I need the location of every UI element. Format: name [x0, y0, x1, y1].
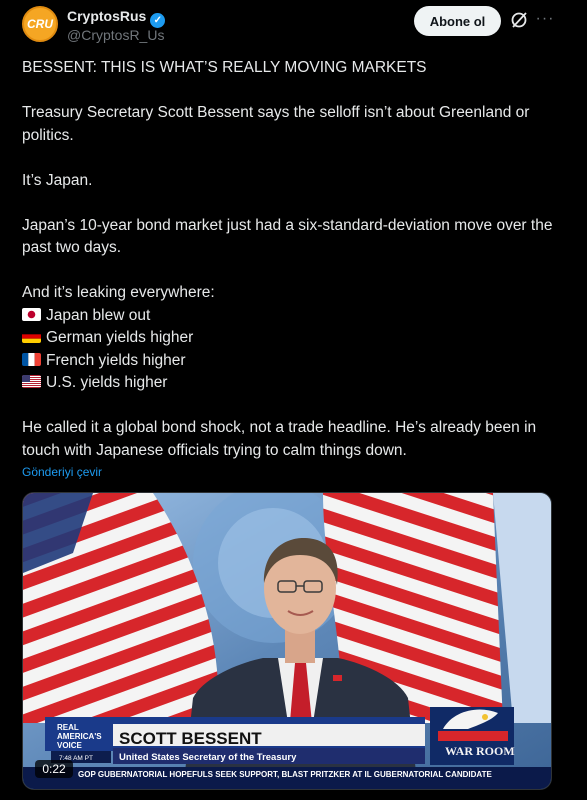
svg-text:VOICE: VOICE [57, 741, 83, 750]
tweet-body: BESSENT: THIS IS WHAT’S REALLY MOVING MA… [22, 57, 562, 462]
bullet-item: U.S. yields higher [22, 372, 562, 395]
follow-button[interactable]: Abone ol [414, 6, 501, 36]
tweet-paragraph: And it’s leaking everywhere: [22, 284, 215, 301]
avatar[interactable]: CRU [22, 6, 58, 42]
bullet-item: French yields higher [22, 350, 562, 373]
tweet-paragraph: He called it a global bond shock, not a … [22, 419, 537, 459]
svg-text:AMERICA'S: AMERICA'S [57, 732, 102, 741]
chyron-name: SCOTT BESSENT [119, 729, 262, 748]
svg-text:WAR ROOM: WAR ROOM [445, 744, 515, 758]
svg-text:GOP GUBERNATORIAL HOPEFULS SEE: GOP GUBERNATORIAL HOPEFULS SEEK SUPPORT,… [78, 770, 492, 779]
bullet-item: German yields higher [22, 327, 562, 350]
display-name-text[interactable]: CryptosRus [67, 8, 146, 24]
france-flag-icon [22, 352, 41, 366]
tweet-paragraph: It’s Japan. [22, 171, 93, 189]
bullet-item: Japan blew out [22, 305, 562, 328]
translate-post-link[interactable]: Gönderiyi çevir [22, 465, 102, 479]
tweet-headline: BESSENT: THIS IS WHAT’S REALLY MOVING MA… [22, 59, 427, 76]
display-name[interactable]: CryptosRus ✓ [67, 8, 166, 28]
germany-flag-icon [22, 330, 41, 343]
japan-flag-icon [22, 307, 41, 321]
account-handle[interactable]: @CryptosR_Us [67, 27, 164, 43]
video-duration: 0:22 [35, 760, 73, 778]
tweet-paragraph: Japan’s 10-year bond market just had a s… [22, 216, 553, 257]
tweet-paragraph: Treasury Secretary Scott Bessent says th… [22, 104, 530, 144]
svg-text:REAL: REAL [57, 723, 79, 732]
usa-flag-icon [22, 375, 41, 388]
video-frame: SCOTT BESSENT United States Secretary of… [23, 493, 551, 789]
tweet-header: CRU CryptosRus ✓ @CryptosR_Us Abone ol ··… [0, 0, 587, 52]
grok-icon[interactable] [509, 10, 529, 30]
video-player[interactable]: SCOTT BESSENT United States Secretary of… [22, 492, 552, 790]
chyron-title: United States Secretary of the Treasury [119, 752, 297, 763]
verified-badge-icon: ✓ [150, 13, 166, 28]
more-options-icon[interactable]: ··· [535, 10, 555, 30]
